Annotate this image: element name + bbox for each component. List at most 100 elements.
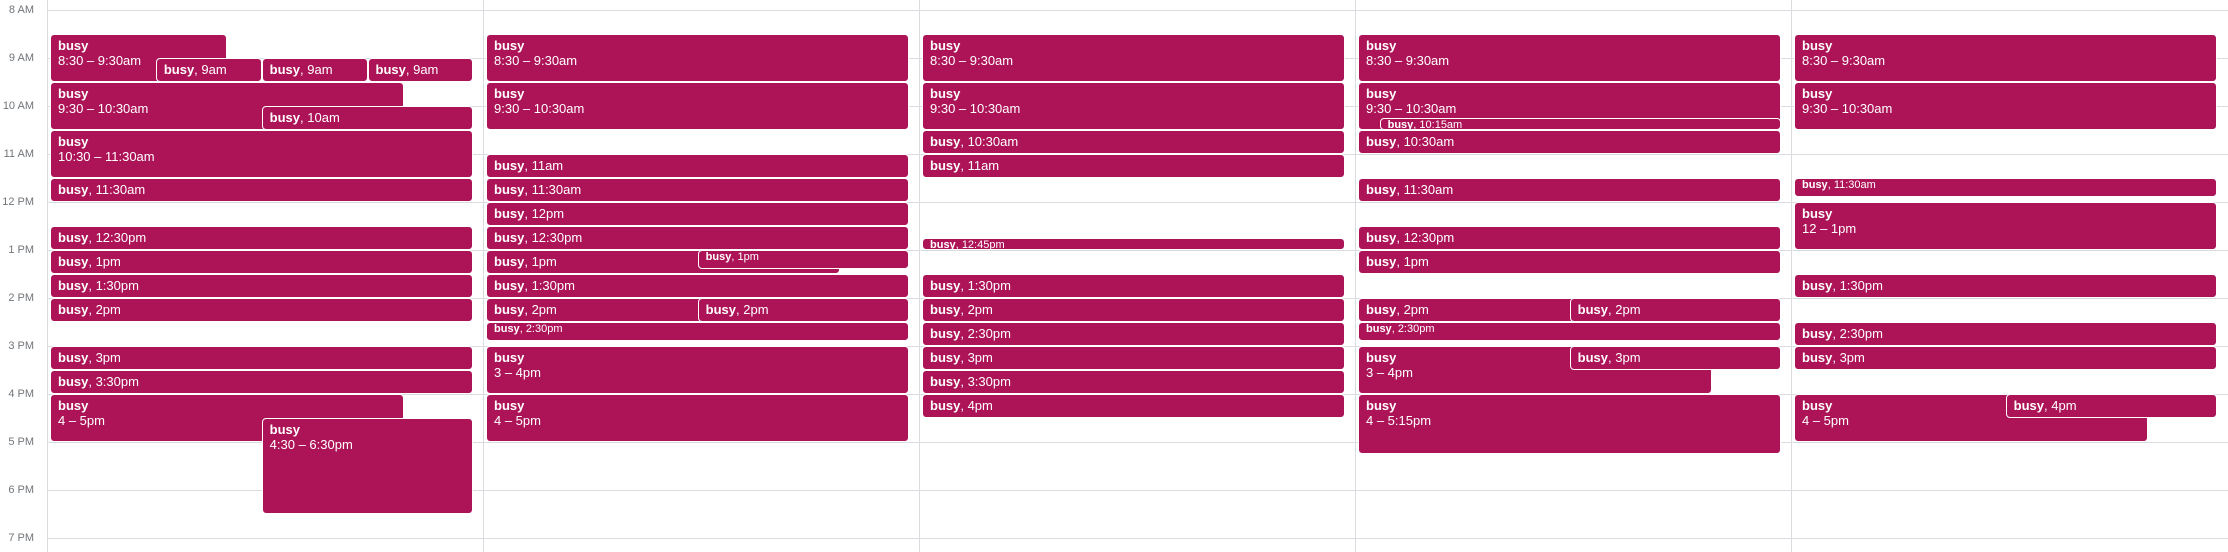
calendar-event[interactable]: busy, 4pm (922, 394, 1346, 418)
calendar-event[interactable]: busy, 2:30pm (1358, 322, 1782, 342)
event-time: 1:30pm (531, 278, 575, 293)
event-title: busy (58, 254, 89, 269)
event-time: 10:30am (967, 134, 1019, 149)
calendar-event[interactable]: busy, 1pm (50, 250, 474, 274)
calendar-event[interactable]: busy, 10:30am (922, 130, 1346, 154)
calendar-event[interactable]: busy, 12pm (486, 202, 910, 226)
event-time: 12:30pm (1403, 230, 1455, 245)
calendar-event[interactable]: busy, 3:30pm (922, 370, 1346, 394)
calendar-event[interactable]: busy 10:30 – 11:30am (50, 130, 474, 178)
calendar-event[interactable]: busy, 2pm (50, 298, 474, 322)
event-title: busy (1366, 323, 1392, 335)
event-title: busy (494, 158, 525, 173)
event-title: busy (1802, 278, 1833, 293)
time-label: 3 PM (8, 340, 34, 352)
event-title: busy (494, 398, 525, 413)
calendar-event[interactable]: busy, 2:30pm (922, 322, 1346, 346)
calendar-event[interactable]: busy 4:30 – 6:30pm (261, 418, 474, 514)
calendar-event[interactable]: busy 8:30 – 9:30am (1794, 34, 2218, 82)
event-title: busy (705, 251, 732, 263)
calendar-event[interactable]: busy 4 – 5pm (486, 394, 910, 442)
event-title: busy (494, 278, 525, 293)
event-time: 11:30am (95, 182, 146, 197)
calendar-event[interactable]: busy, 9am (261, 58, 368, 82)
calendar-event[interactable]: busy, 2pm (1569, 298, 1782, 322)
calendar-event[interactable]: busy 8:30 – 9:30am (1358, 34, 1782, 82)
calendar-event[interactable]: busy 9:30 – 10:30am (1794, 82, 2218, 130)
event-time: 1:30pm (1839, 278, 1883, 293)
event-title: busy (705, 302, 737, 317)
calendar-event[interactable]: busy, 11:30am (1794, 178, 2218, 198)
event-title: busy (930, 158, 961, 173)
calendar-event[interactable]: busy, 3pm (1794, 346, 2218, 370)
calendar-event[interactable]: busy, 10am (261, 106, 474, 130)
calendar-event[interactable]: busy 12 – 1pm (1794, 202, 2218, 250)
event-time: 1pm (1403, 254, 1429, 269)
calendar-event[interactable]: busy, 11am (922, 154, 1346, 178)
calendar-event[interactable]: busy, 9am (367, 58, 474, 82)
event-title: busy (1802, 326, 1833, 341)
calendar-event[interactable]: busy, 11:30am (50, 178, 474, 202)
calendar-event[interactable]: busy, 3pm (1569, 346, 1782, 370)
calendar-event[interactable]: busy 9:30 – 10:30am (922, 82, 1346, 130)
event-time: 9am (413, 62, 439, 77)
calendar-event[interactable]: busy, 9am (155, 58, 262, 82)
event-title: busy (1802, 350, 1833, 365)
calendar-event[interactable]: busy, 11am (486, 154, 910, 178)
calendar-event[interactable]: busy 3 – 4pm (486, 346, 910, 394)
event-title: busy (494, 38, 525, 53)
calendar-event[interactable]: busy, 12:30pm (1358, 226, 1782, 250)
calendar-event[interactable]: busy 8:30 – 9:30am (486, 34, 910, 82)
calendar-event[interactable]: busy, 10:30am (1358, 130, 1782, 154)
calendar-event[interactable]: busy, 1:30pm (922, 274, 1346, 298)
event-title: busy (1366, 230, 1397, 245)
event-time: 2:30pm (1839, 326, 1883, 341)
calendar-event[interactable]: busy, 2:30pm (486, 322, 910, 342)
event-title: busy (58, 350, 89, 365)
event-title: busy (1577, 302, 1609, 317)
event-title: busy (930, 302, 961, 317)
calendar-event[interactable]: busy, 3:30pm (50, 370, 474, 394)
calendar-event[interactable]: busy, 11:30am (486, 178, 910, 202)
calendar-event[interactable]: busy 8:30 – 9:30am (922, 34, 1346, 82)
event-title: busy (1802, 38, 1833, 53)
calendar-event[interactable]: busy, 1:30pm (50, 274, 474, 298)
event-time: 1:30pm (967, 278, 1011, 293)
calendar-event[interactable]: busy, 12:45pm (922, 238, 1346, 250)
event-title: busy (1802, 179, 1828, 191)
week-calendar-grid: 8 AM 9 AM 10 AM 11 AM 12 PM 1 PM 2 PM 3 PM 4 PM 5… (0, 0, 2228, 552)
event-title: busy (1366, 254, 1397, 269)
event-title: busy (930, 134, 961, 149)
calendar-event[interactable]: busy, 2:30pm (1794, 322, 2218, 346)
hour-gridline (48, 538, 2228, 539)
calendar-event[interactable]: busy, 3pm (50, 346, 474, 370)
calendar-event[interactable]: busy, 4pm (2005, 394, 2218, 418)
event-title: busy (494, 254, 525, 269)
calendar-event[interactable]: busy, 12:30pm (486, 226, 910, 250)
calendar-event[interactable]: busy, 2pm (922, 298, 1346, 322)
event-title: busy (1366, 182, 1397, 197)
calendar-event[interactable]: busy, 2pm (697, 298, 910, 322)
event-title: busy (930, 278, 961, 293)
event-title: busy (58, 278, 89, 293)
calendar-event[interactable]: busy, 10:15am (1379, 118, 1782, 130)
calendar-event[interactable]: busy, 12:30pm (50, 226, 474, 250)
calendar-event[interactable]: busy, 3pm (922, 346, 1346, 370)
event-time: 2:30pm (967, 326, 1011, 341)
calendar-event[interactable]: busy, 1pm (1358, 250, 1782, 274)
calendar-event[interactable]: busy, 11:30am (1358, 178, 1782, 202)
calendar-event[interactable]: busy, 1pm (697, 250, 910, 270)
event-title: busy (930, 38, 961, 53)
calendar-event[interactable]: busy, 1:30pm (1794, 274, 2218, 298)
event-title: busy (269, 110, 301, 125)
calendar-event[interactable]: busy, 1:30pm (486, 274, 910, 298)
event-title: busy (163, 62, 195, 77)
calendar-event[interactable]: busy 4 – 5:15pm (1358, 394, 1782, 454)
event-time: 8:30 – 9:30am (494, 53, 578, 68)
event-time: 2pm (95, 302, 121, 317)
time-label: 5 PM (8, 436, 34, 448)
event-title: busy (58, 182, 89, 197)
event-title: busy (930, 326, 961, 341)
calendar-event[interactable]: busy 9:30 – 10:30am (486, 82, 910, 130)
event-title: busy (494, 182, 525, 197)
